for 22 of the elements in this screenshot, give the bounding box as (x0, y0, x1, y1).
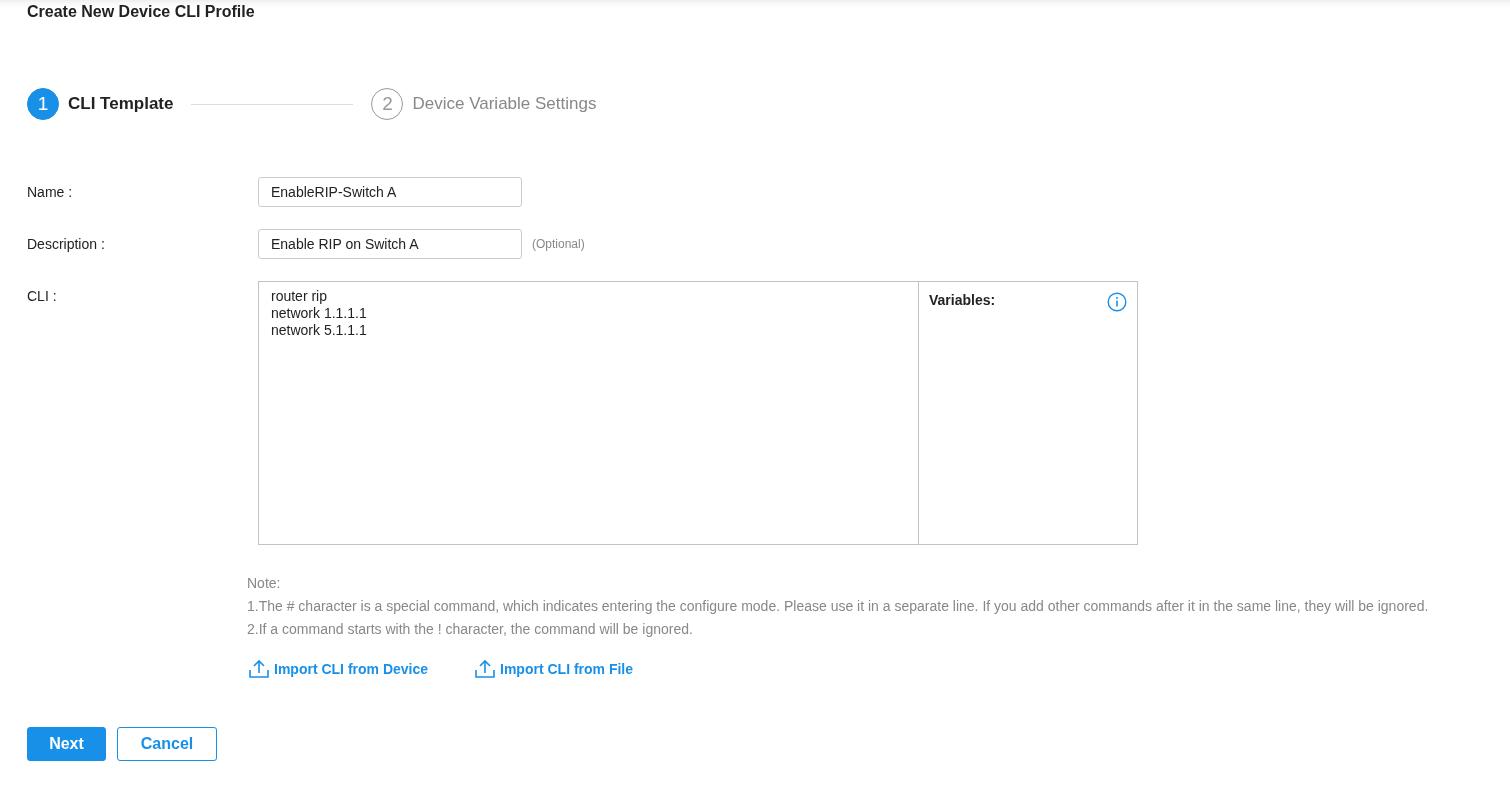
info-icon[interactable] (1107, 292, 1127, 312)
upload-icon (248, 659, 270, 679)
page-title: Create New Device CLI Profile (27, 3, 256, 21)
next-button[interactable]: Next (27, 727, 106, 761)
name-field[interactable]: EnableRIP-Switch A (258, 177, 522, 207)
step-number: 1 (27, 88, 59, 120)
note-heading: Note: (247, 574, 282, 593)
description-field[interactable]: Enable RIP on Switch A (258, 229, 522, 259)
variables-label: Variables: (929, 292, 996, 308)
field-label: Description : (27, 236, 105, 252)
upload-icon (474, 659, 497, 679)
import-link[interactable]: Import CLI from Device (248, 659, 429, 679)
note-text: 2.If a command starts with the ! character, the command will be ignored. (247, 620, 694, 639)
field-label: CLI : (27, 288, 57, 304)
step-label: Device Variable Settings (412, 94, 597, 114)
note-text: 1.The # character is a special command, which indicates entering the configure mode. Please use it in a separate line. If you add other commands after it in the same line, they will be ignored. (247, 597, 1430, 616)
import-link[interactable]: Import CLI from File (474, 659, 634, 679)
field-label: Name : (27, 184, 73, 200)
cli-editor-field[interactable]: router rip network 1.1.1.1 network 5.1.1.1 (259, 282, 919, 544)
cancel-button[interactable]: Cancel (117, 727, 217, 761)
step-label: CLI Template (68, 94, 174, 114)
optional-hint: (Optional) (532, 236, 585, 253)
